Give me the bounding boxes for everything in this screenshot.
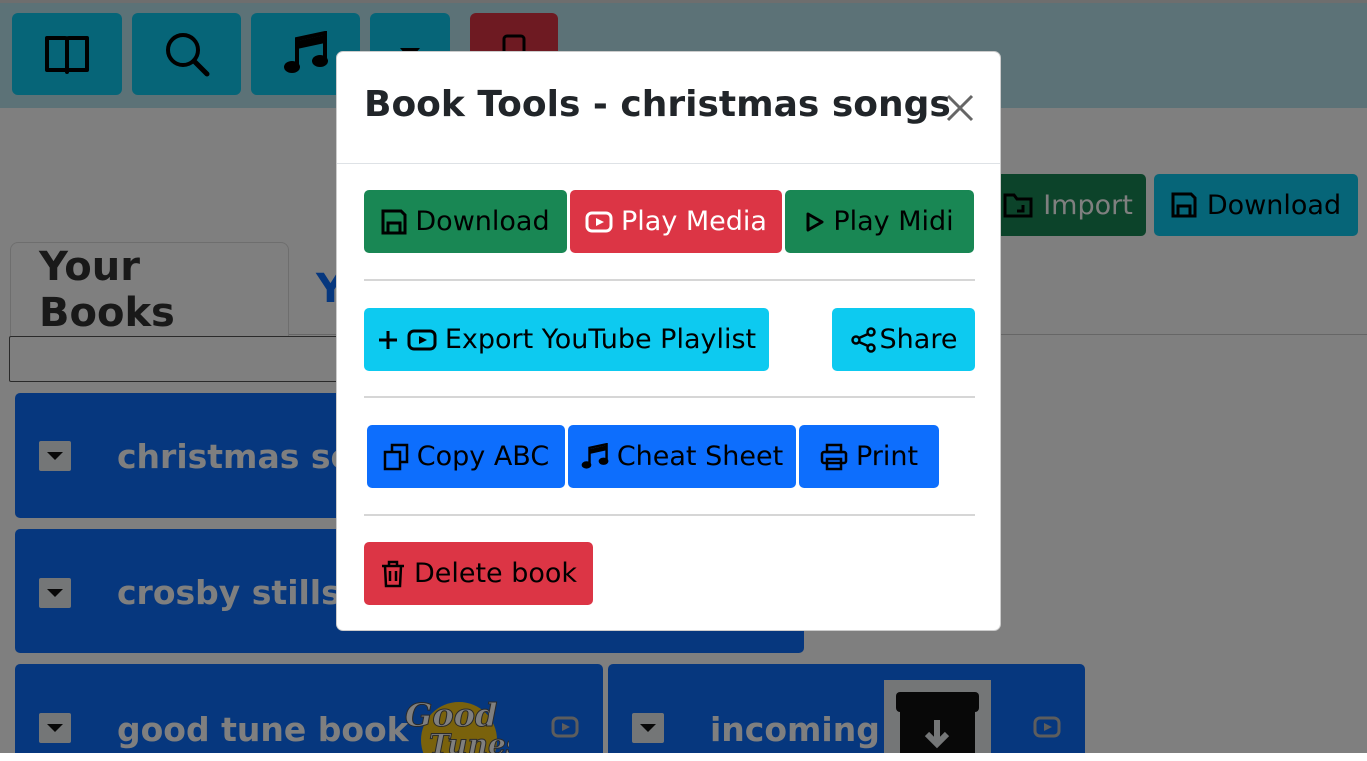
floppy-disk-icon (381, 209, 407, 234)
plus-icon (378, 330, 397, 349)
trash-icon (381, 560, 404, 587)
play-media-label: Play Media (621, 206, 767, 237)
export-playlist-label: Export YouTube Playlist (444, 324, 757, 355)
copy-abc-label: Copy ABC (416, 441, 550, 472)
download-label: Download (415, 206, 550, 237)
youtube-icon (407, 329, 437, 350)
play-midi-button[interactable]: Play Midi (785, 190, 974, 253)
modal-header: Book Tools - christmas songs (337, 52, 1000, 164)
close-icon[interactable] (944, 92, 976, 124)
download-button[interactable]: Download (364, 190, 567, 253)
cheat-sheet-button[interactable]: Cheat Sheet (568, 425, 796, 488)
divider (364, 514, 975, 516)
cheat-sheet-label: Cheat Sheet (616, 441, 784, 472)
print-label: Print (855, 441, 919, 472)
book-tools-modal: Book Tools - christmas songs Download Pl… (336, 51, 1001, 631)
share-label: Share (879, 324, 958, 355)
divider (364, 396, 975, 398)
delete-book-button[interactable]: Delete book (364, 542, 593, 605)
export-youtube-playlist-button[interactable]: Export YouTube Playlist (364, 308, 769, 371)
divider (364, 279, 975, 281)
play-icon (806, 212, 824, 231)
play-media-button[interactable]: Play Media (570, 190, 782, 253)
printer-icon (820, 443, 848, 470)
delete-book-label: Delete book (413, 558, 578, 589)
print-button[interactable]: Print (799, 425, 939, 488)
play-midi-label: Play Midi (833, 206, 954, 237)
copy-icon (383, 443, 409, 470)
music-note-icon (581, 442, 609, 469)
page: Import Download Your Books Y christmas s… (0, 0, 1367, 753)
modal-title: Book Tools - christmas songs (364, 84, 951, 125)
share-icon (850, 326, 876, 353)
youtube-icon (585, 211, 613, 232)
copy-abc-button[interactable]: Copy ABC (367, 425, 565, 488)
share-button[interactable]: Share (832, 308, 975, 371)
